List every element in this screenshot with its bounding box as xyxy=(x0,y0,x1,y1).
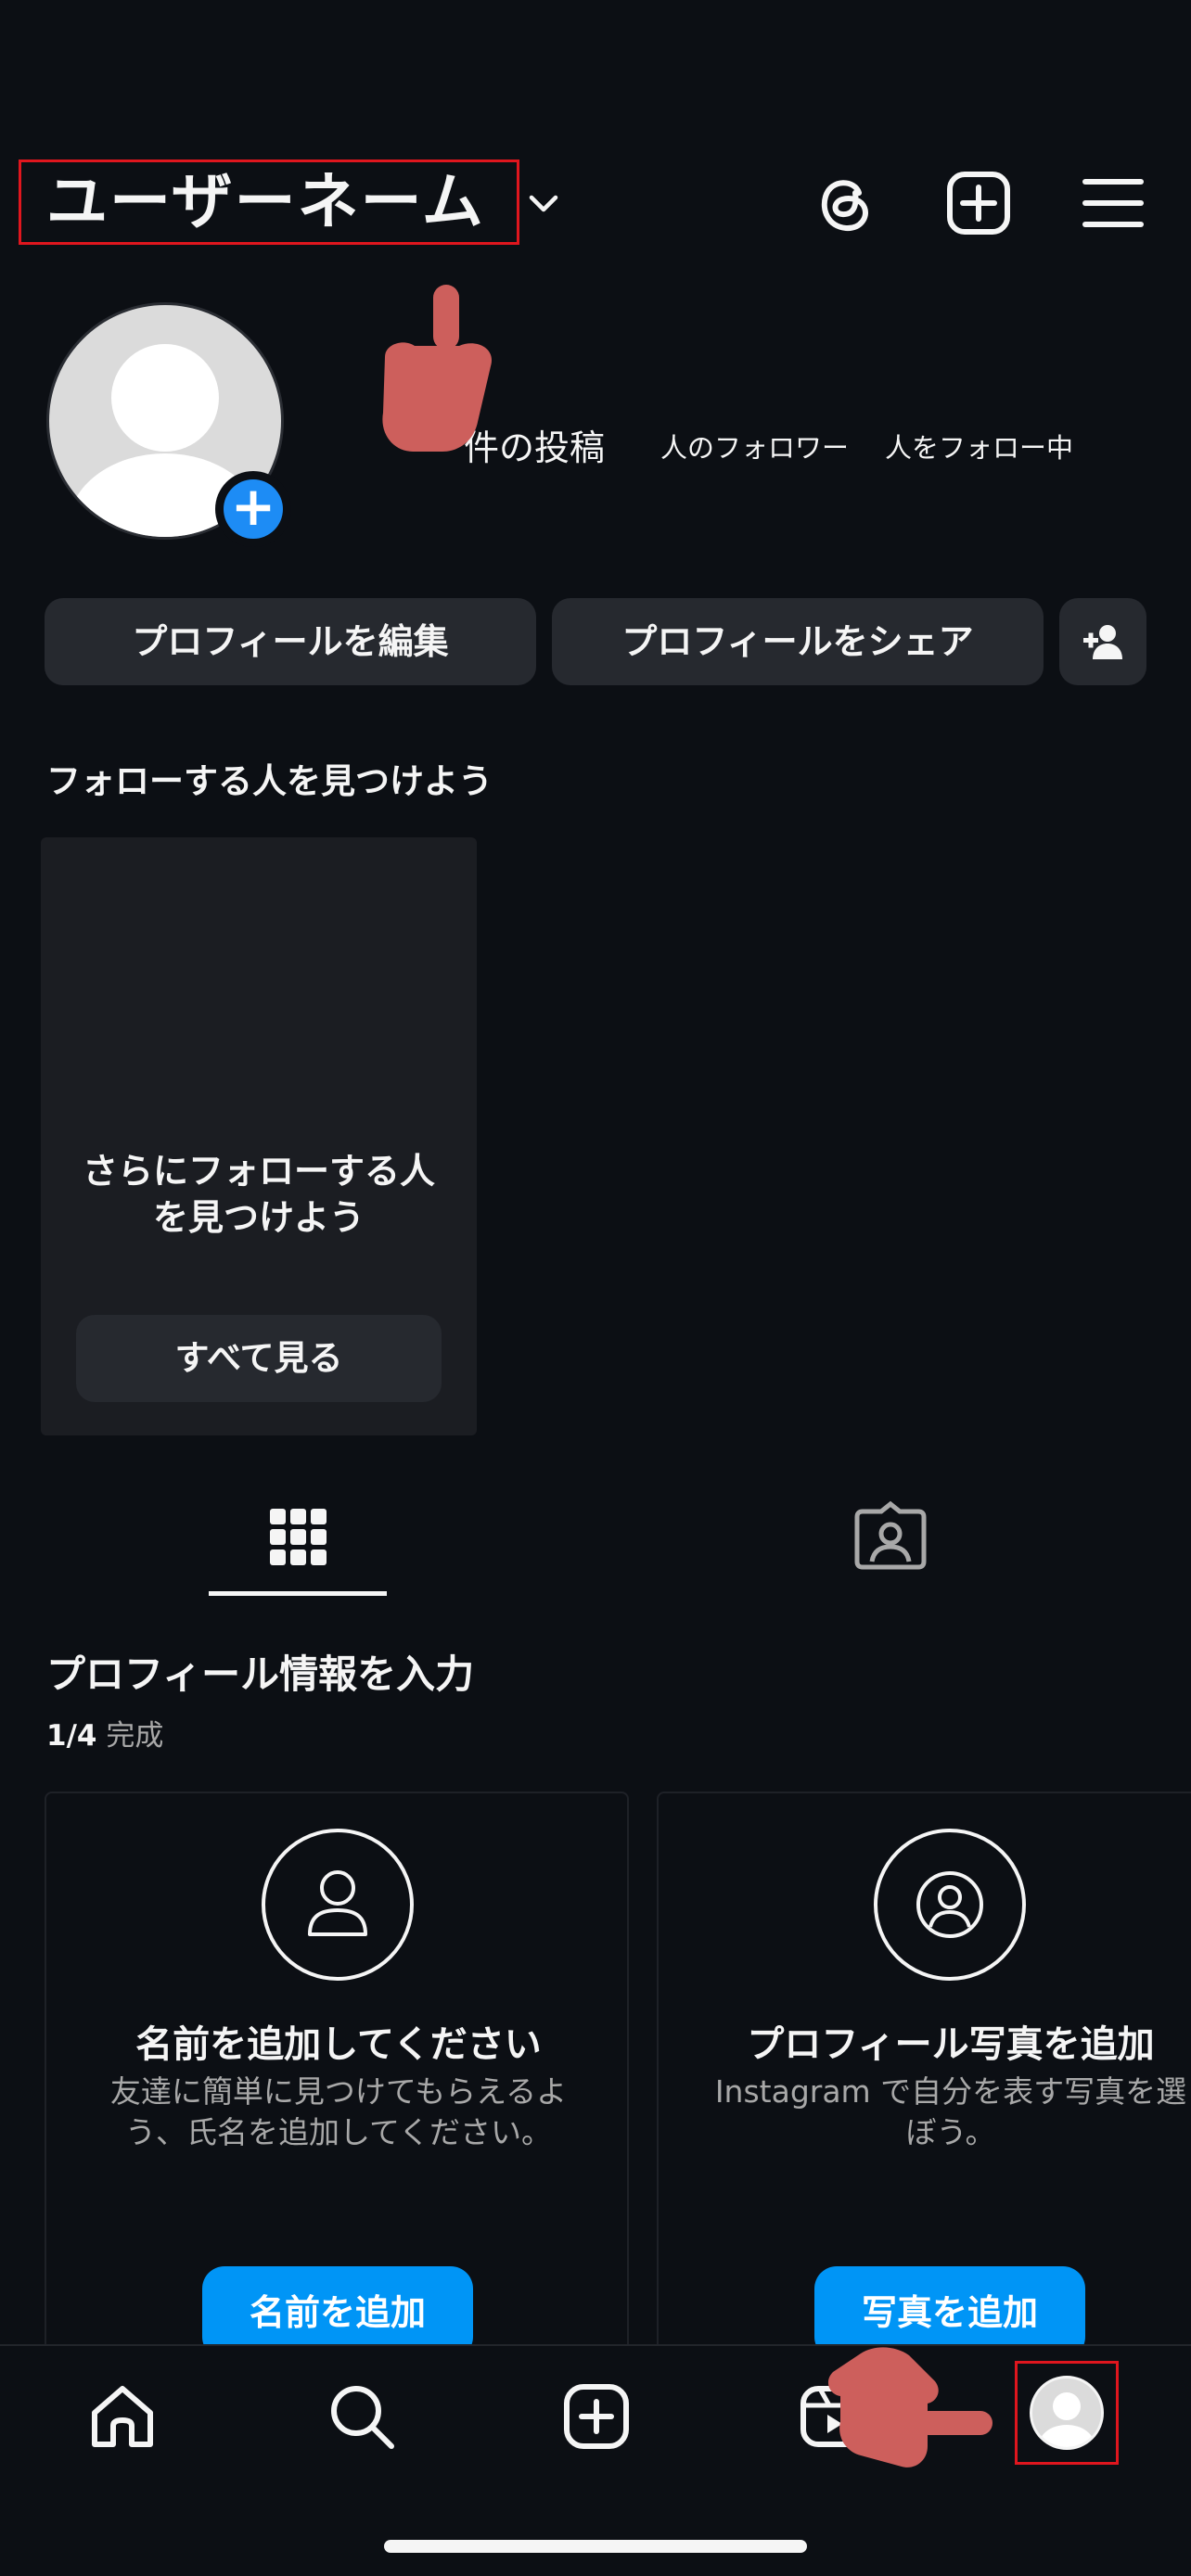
see-all-button[interactable]: すべて見る xyxy=(76,1315,442,1402)
create-icon[interactable] xyxy=(559,2379,634,2454)
username-title[interactable]: ユーザーネーム xyxy=(46,165,485,239)
active-tab-indicator xyxy=(209,1591,387,1596)
discover-card-text: さらにフォローする人 を見つけよう xyxy=(82,1151,435,1238)
add-name-card-title: 名前を追加してください xyxy=(135,2023,542,2066)
plus-square-icon[interactable] xyxy=(944,169,1013,237)
search-icon[interactable] xyxy=(325,2379,399,2454)
person-circle-icon xyxy=(874,1829,1026,1981)
complete-profile-title: プロフィール情報を入力 xyxy=(46,1651,475,1697)
pointing-hand-annotation xyxy=(824,2344,995,2474)
add-photo-card: プロフィール写真を追加 Instagram で自分を表す写真を選ぼう。 写真を追… xyxy=(657,1792,1191,2366)
add-story-badge[interactable]: + xyxy=(215,471,291,547)
grid-icon xyxy=(270,1509,327,1565)
profile-avatar[interactable] xyxy=(1030,2376,1104,2450)
home-indicator xyxy=(384,2540,807,2553)
add-photo-card-title: プロフィール写真を追加 xyxy=(747,2023,1155,2066)
progress-count: 1/4 xyxy=(46,1719,97,1753)
pointing-hand-annotation xyxy=(366,283,506,454)
edit-profile-button[interactable]: プロフィールを編集 xyxy=(45,598,536,685)
plus-icon: + xyxy=(224,479,283,539)
add-name-card: 名前を追加してください 友達に簡単に見つけてもらえるよう、氏名を追加してください… xyxy=(45,1792,629,2366)
add-photo-card-description: Instagram で自分を表す写真を選ぼう。 xyxy=(714,2073,1187,2150)
following-count-label[interactable]: 人をフォロー中 xyxy=(885,427,1073,465)
tab-posts-grid[interactable] xyxy=(209,1484,387,1599)
person-add-icon xyxy=(1083,625,1122,659)
threads-icon[interactable] xyxy=(811,169,879,237)
person-outline-icon xyxy=(262,1829,414,1981)
profile-progress: 1/4 完成 xyxy=(46,1712,163,1753)
discover-people-title: フォローする人を見つけよう xyxy=(46,761,493,801)
tagged-person-icon xyxy=(854,1500,927,1570)
home-icon[interactable] xyxy=(85,2379,160,2454)
tab-tagged[interactable] xyxy=(835,1484,946,1599)
progress-label: 完成 xyxy=(106,1719,164,1753)
followers-count-label[interactable]: 人のフォロワー xyxy=(660,427,849,465)
add-person-button[interactable] xyxy=(1059,598,1146,685)
chevron-down-icon[interactable] xyxy=(524,184,563,223)
share-profile-button[interactable]: プロフィールをシェア xyxy=(552,598,1044,685)
hamburger-menu-icon[interactable] xyxy=(1080,174,1146,232)
add-name-card-description: 友達に簡単に見つけてもらえるよう、氏名を追加してください。 xyxy=(109,2073,568,2150)
